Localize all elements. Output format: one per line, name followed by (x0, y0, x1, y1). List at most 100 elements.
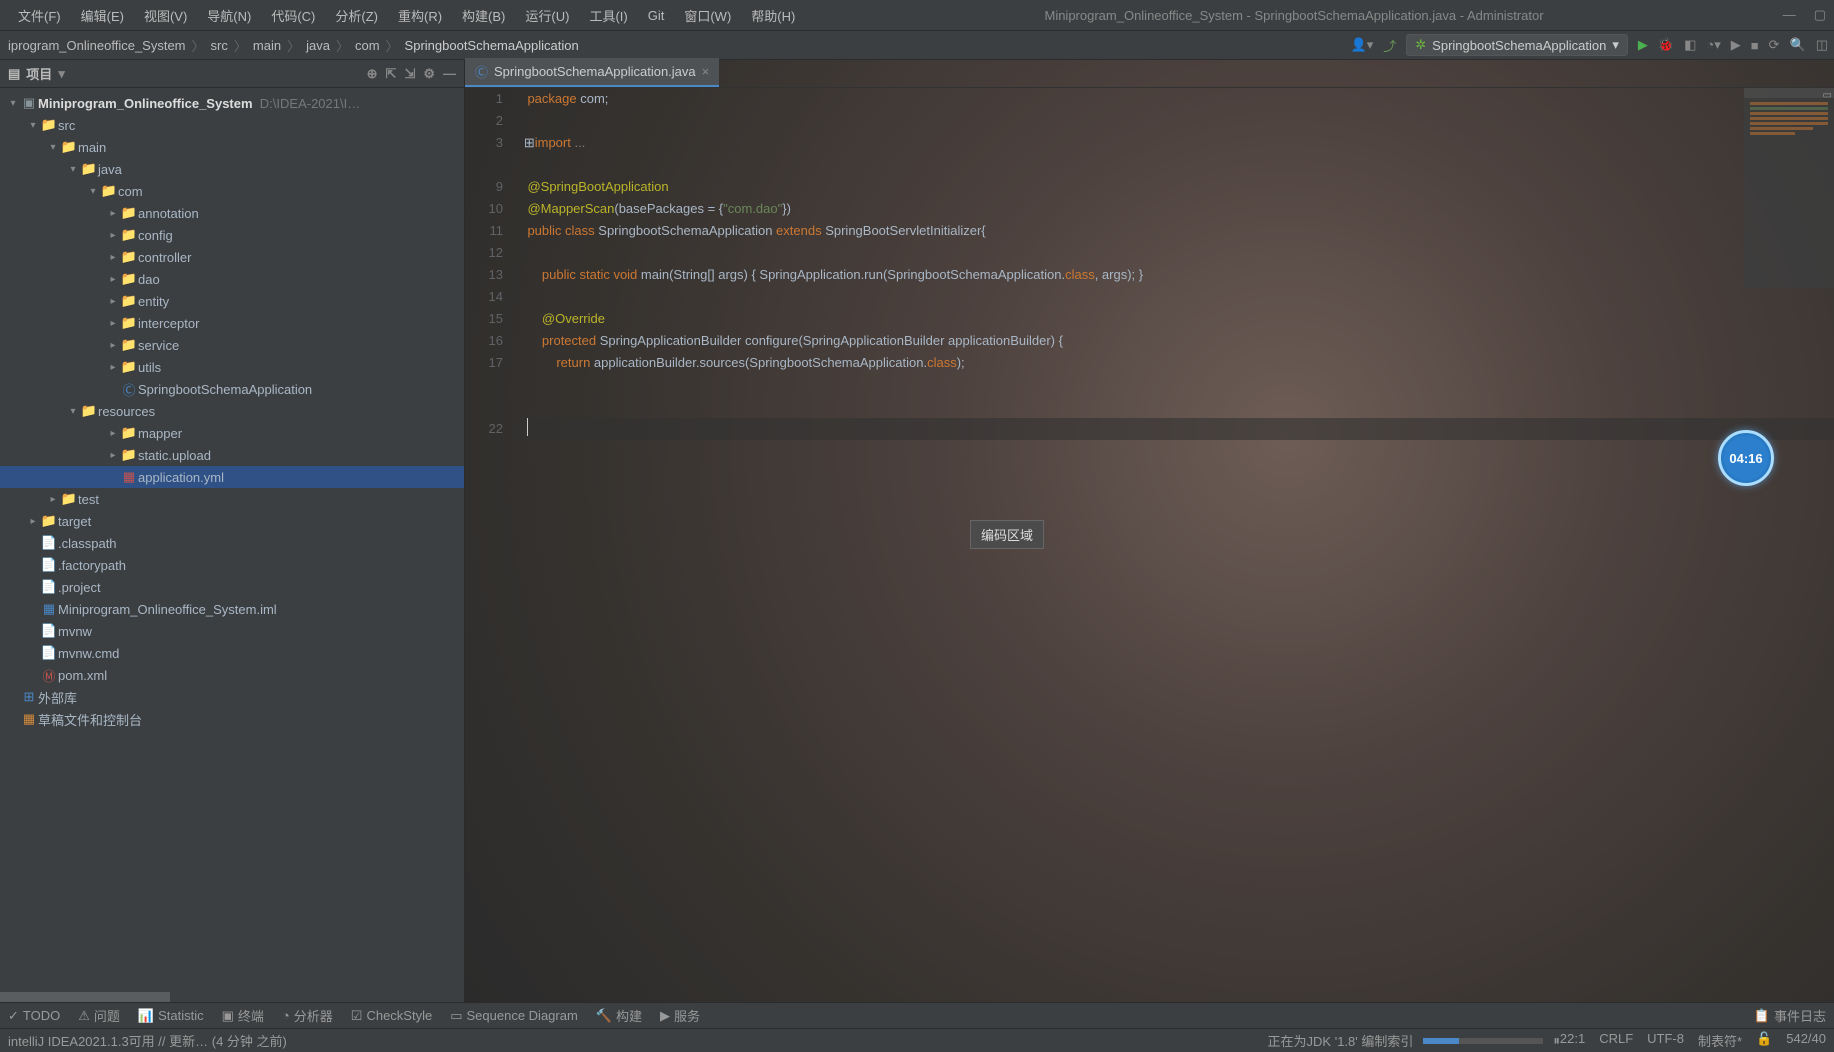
run-icon[interactable]: ▶ (1638, 37, 1648, 53)
tree-file[interactable]: 📄mvnw (0, 620, 464, 642)
menu-refactor[interactable]: 重构(R) (388, 6, 452, 25)
tool-problems[interactable]: ⚠ 问题 (78, 1006, 120, 1025)
code-editor[interactable]: 123 910 111213 141516 17 22 package com;… (465, 88, 1834, 440)
settings-icon[interactable]: ◫ (1816, 37, 1828, 53)
tree-file-application-yml[interactable]: ▦application.yml (0, 466, 464, 488)
gear-icon[interactable]: ⚙ (423, 66, 435, 82)
menu-code[interactable]: 代码(C) (261, 6, 325, 25)
tree-file-pom[interactable]: Ⓜpom.xml (0, 664, 464, 686)
tree-folder-target[interactable]: ▸📁target (0, 510, 464, 532)
project-view-title[interactable]: 项目 (26, 64, 52, 83)
menu-file[interactable]: 文件(F) (8, 6, 71, 25)
search-icon[interactable]: 🔍 (1790, 37, 1806, 53)
tree-external-libraries[interactable]: ⊞外部库 (0, 686, 464, 708)
tree-package[interactable]: ▸📁annotation (0, 202, 464, 224)
code-minimap[interactable]: ▭ (1744, 88, 1834, 288)
expand-icon[interactable]: ⇱ (386, 66, 397, 82)
tree-scratches[interactable]: ▦草稿文件和控制台 (0, 708, 464, 730)
tree-folder-main[interactable]: ▾📁main (0, 136, 464, 158)
tool-statistic[interactable]: 📊 Statistic (138, 1008, 204, 1024)
reader-mode-icon[interactable]: ▭ (1823, 90, 1832, 96)
tree-package[interactable]: ▸📁service (0, 334, 464, 356)
tool-services[interactable]: ▶ 服务 (660, 1006, 700, 1025)
stop-icon[interactable]: ■ (1751, 38, 1759, 53)
maximize-icon[interactable]: ▢ (1814, 7, 1826, 23)
tool-profiler[interactable]: ◔ 分析器 (282, 1006, 333, 1025)
breadcrumb-item[interactable]: main (251, 38, 283, 53)
breadcrumb-item[interactable]: src (209, 38, 230, 53)
status-cursor-position[interactable]: 22:1 (1560, 1031, 1585, 1050)
timer-badge[interactable]: 04:16 (1718, 430, 1774, 486)
menu-help[interactable]: 帮助(H) (741, 6, 805, 25)
tree-folder-src[interactable]: ▾📁src (0, 114, 464, 136)
tree-package[interactable]: ▸📁controller (0, 246, 464, 268)
menu-window[interactable]: 窗口(W) (674, 6, 741, 25)
locate-icon[interactable]: ⊕ (367, 66, 378, 82)
tree-file-iml[interactable]: ▦Miniprogram_Onlineoffice_System.iml (0, 598, 464, 620)
tree-package-com[interactable]: ▾📁com (0, 180, 464, 202)
menu-run[interactable]: 运行(U) (515, 6, 579, 25)
tree-folder-java[interactable]: ▾📁java (0, 158, 464, 180)
tree-package[interactable]: ▸📁entity (0, 290, 464, 312)
tool-checkstyle[interactable]: ☑ CheckStyle (351, 1008, 432, 1024)
tree-folder[interactable]: ▸📁mapper (0, 422, 464, 444)
tree-folder[interactable]: ▸📁static.upload (0, 444, 464, 466)
tree-file[interactable]: 📄.project (0, 576, 464, 598)
status-indent[interactable]: 制表符* (1698, 1031, 1742, 1050)
user-icon[interactable]: 👤▾ (1351, 37, 1374, 53)
chevron-down-icon: ▾ (1612, 37, 1619, 53)
tree-root[interactable]: ▾▣Miniprogram_Onlineoffice_System D:\IDE… (0, 92, 464, 114)
hide-icon[interactable]: — (443, 66, 456, 82)
tree-label: resources (98, 404, 155, 419)
collapse-icon[interactable]: ⇲ (404, 66, 415, 82)
debug-icon[interactable]: 🐞 (1658, 37, 1674, 53)
profile-icon[interactable]: ◔▾ (1706, 37, 1720, 53)
git-update-icon[interactable]: ⟳ (1769, 37, 1780, 53)
attach-icon[interactable]: ▶ (1731, 37, 1741, 53)
menu-build[interactable]: 构建(B) (452, 6, 515, 25)
breadcrumb-item[interactable]: iprogram_Onlineoffice_System (6, 38, 188, 53)
tree-class-app[interactable]: ⒸSpringbootSchemaApplication (0, 378, 464, 400)
status-lock-icon[interactable]: 🔓 (1756, 1031, 1772, 1050)
breadcrumb-item[interactable]: com (353, 38, 382, 53)
menu-view[interactable]: 视图(V) (134, 6, 197, 25)
tree-label: target (58, 514, 91, 529)
run-configuration-selector[interactable]: ✲ SpringbootSchemaApplication ▾ (1406, 34, 1628, 56)
horizontal-scrollbar[interactable] (0, 992, 464, 1002)
tool-sequence-diagram[interactable]: ▭ Sequence Diagram (450, 1008, 578, 1024)
menu-tools[interactable]: 工具(I) (579, 6, 637, 25)
tool-todo[interactable]: ✓ TODO (8, 1008, 60, 1024)
status-memory[interactable]: 542/40 (1786, 1031, 1826, 1050)
tree-package[interactable]: ▸📁config (0, 224, 464, 246)
tree-file[interactable]: 📄mvnw.cmd (0, 642, 464, 664)
tree-label: main (78, 140, 106, 155)
breadcrumb-item[interactable]: java (304, 38, 332, 53)
editor-tab[interactable]: Ⓒ SpringbootSchemaApplication.java × (465, 58, 719, 87)
status-line-separator[interactable]: CRLF (1599, 1031, 1633, 1050)
minimize-icon[interactable]: — (1783, 7, 1796, 23)
tree-package[interactable]: ▸📁utils (0, 356, 464, 378)
coverage-icon[interactable]: ◧ (1684, 37, 1696, 53)
tree-package[interactable]: ▸📁interceptor (0, 312, 464, 334)
tree-package[interactable]: ▸📁dao (0, 268, 464, 290)
menu-analyze[interactable]: 分析(Z) (325, 6, 388, 25)
window-title: Miniprogram_Onlineoffice_System - Spring… (805, 8, 1782, 23)
breadcrumb-item[interactable]: SpringbootSchemaApplication (403, 38, 581, 53)
tool-build[interactable]: 🔨 构建 (596, 1006, 642, 1025)
tree-folder-resources[interactable]: ▾📁resources (0, 400, 464, 422)
tree-label: mapper (138, 426, 182, 441)
close-icon[interactable]: × (702, 64, 710, 79)
project-tree[interactable]: ▾▣Miniprogram_Onlineoffice_System D:\IDE… (0, 88, 464, 992)
tree-label: config (138, 228, 173, 243)
status-encoding[interactable]: UTF-8 (1647, 1031, 1684, 1050)
chevron-down-icon[interactable]: ▾ (58, 66, 65, 82)
tool-terminal[interactable]: ▣ 终端 (222, 1006, 264, 1025)
menu-git[interactable]: Git (638, 8, 675, 23)
menu-edit[interactable]: 编辑(E) (71, 6, 134, 25)
menu-nav[interactable]: 导航(N) (197, 6, 261, 25)
tree-file[interactable]: 📄.classpath (0, 532, 464, 554)
tree-file[interactable]: 📄.factorypath (0, 554, 464, 576)
build-icon[interactable]: ⤴ (1383, 36, 1396, 55)
tree-folder-test[interactable]: ▸📁test (0, 488, 464, 510)
tool-event-log[interactable]: 📋 事件日志 (1754, 1006, 1826, 1025)
